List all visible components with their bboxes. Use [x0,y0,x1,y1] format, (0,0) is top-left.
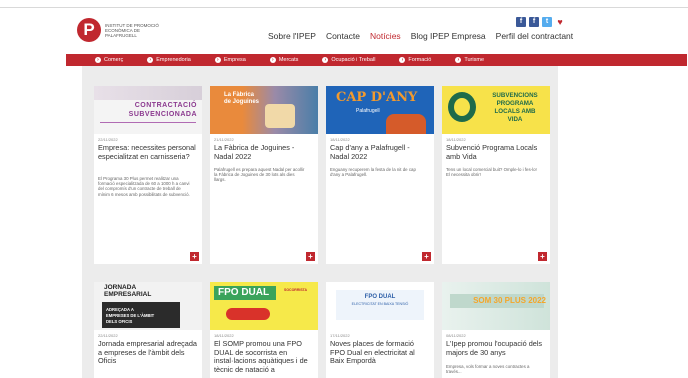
arrow-right-icon: › [455,57,462,63]
news-card[interactable]: La Fàbrica de Joguines 21/11/2022 La Fàb… [210,86,318,264]
news-card[interactable]: CONTRACTACIÓ SUBVENCIONADA 22/11/2022 Em… [94,86,202,264]
card-date: 17/11/2022 [330,333,350,338]
card-excerpt: Empresa, vols formar a noves contractes … [446,364,530,375]
thumb-text: ADREÇADA A [106,307,134,312]
twitter-icon[interactable]: t [542,17,552,27]
arrow-right-icon: › [95,57,101,63]
category-label: Formació [408,57,432,63]
category-label: Empresa [223,57,246,63]
category-label: Turisme [464,57,485,63]
nav-about[interactable]: Sobre l'IPEP [268,31,316,41]
nav-news[interactable]: Notícies [370,31,401,41]
thumb-text: LOCALS AMB [494,108,536,115]
facebook-icon[interactable]: f [516,17,526,27]
arrow-right-icon: › [147,57,154,63]
category-label: Ocupació i Treball [331,57,376,63]
social-links: f f t ♥ [516,17,565,27]
news-card[interactable]: FPO DUAL ELECTRICITAT EN BAIXA TENSIÓ 17… [326,282,434,378]
card-title[interactable]: L'Ipep promou l'ocupació dels majors de … [446,339,546,357]
card-title[interactable]: Empresa: necessites personal especialitz… [98,143,198,161]
card-date: 18/11/2022 [330,137,350,142]
card-date: 21/11/2022 [214,137,234,142]
category-mercats[interactable]: › Mercats [269,54,299,66]
news-card[interactable]: CAP D'ANY Palafrugell 18/11/2022 Cap d'a… [326,86,434,264]
category-comerc[interactable]: › Comerç [95,54,123,66]
read-more-plus-icon[interactable]: + [422,252,431,261]
arrow-right-icon: › [322,57,329,63]
card-thumbnail: CONTRACTACIÓ SUBVENCIONADA [94,86,202,134]
thumb-text: SOCORRISTA [284,288,308,292]
card-thumbnail: SOM 30 PLUS 2022 [442,282,550,330]
arrow-right-icon: › [269,57,276,63]
read-more-plus-icon[interactable]: + [190,252,199,261]
arrow-right-icon: › [399,57,406,63]
main-nav: Sobre l'IPEP Contacte Notícies Blog IPEP… [268,31,583,41]
card-date: 08/11/2022 [446,333,466,338]
read-more-plus-icon[interactable]: + [538,252,547,261]
thumb-text: EMPRESES DE L'ÀMBIT [106,313,155,318]
card-title[interactable]: El SOMP promou una FPO DUAL de socorrist… [214,339,314,374]
news-card[interactable]: FPO DUAL SOCORRISTA 18/11/2022 El SOMP p… [210,282,318,378]
category-formacio[interactable]: › Formació [399,54,431,66]
card-thumbnail: FPO DUAL ELECTRICITAT EN BAIXA TENSIÓ [326,282,434,330]
thumb-text: SUBVENCIONADA [128,111,197,118]
thumb-text: SOM 30 PLUS 2022 [473,296,546,305]
nav-blog[interactable]: Blog IPEP Empresa [411,31,486,41]
category-nav: › Comerç › Emprenedoria › Empresa › Mercats … [95,54,508,66]
thumb-text: EMPRESARIAL [104,291,152,298]
category-ocupacio[interactable]: › Ocupació i Treball [322,54,375,66]
thumb-text: FPO DUAL [218,287,270,298]
thumb-text: La Fàbrica [224,92,255,98]
card-title[interactable]: Jornada empresarial adreçada a empreses … [98,339,198,366]
flickr-icon[interactable]: f [529,17,539,27]
card-date: 18/11/2022 [214,333,234,338]
nav-contact[interactable]: Contacte [326,31,360,41]
card-thumbnail: FPO DUAL SOCORRISTA [210,282,318,330]
thumb-text: FPO DUAL [364,294,396,300]
category-emprenedoria[interactable]: › Emprenedoria [147,54,191,66]
youtube-icon[interactable]: ♥ [555,17,565,27]
card-date: 22/11/2022 [98,137,118,142]
site-logo[interactable]: P Institut de Promoció Econòmica de Pala… [77,18,165,42]
card-excerpt: El Programa 30 Plus permet realitzar una… [98,176,190,197]
nav-contractor-profile[interactable]: Perfil del contractant [496,31,573,41]
thumb-text: SUBVENCIONS [492,92,538,99]
category-empresa[interactable]: › Empresa [214,54,246,66]
category-label: Comerç [104,57,124,63]
card-excerpt: Enguany recuperem la festa de la nit de … [330,167,416,178]
card-title[interactable]: Subvenció Programa Locals amb Vida [446,143,546,161]
news-card[interactable]: SUBVENCIONS PROGRAMA LOCALS AMB VIDA 18/… [442,86,550,264]
card-title[interactable]: Noves places de formació FPO Dual en ele… [330,339,430,366]
thumb-text: de Joguines [224,99,260,105]
category-label: Emprenedoria [156,57,191,63]
card-excerpt: Tens un local comercial buit? Omple-lo i… [446,167,537,178]
card-thumbnail: JORNADA EMPRESARIAL ADREÇADA A EMPRESES … [94,282,202,330]
category-turisme[interactable]: › Turisme [455,54,484,66]
thumb-text: ELECTRICITAT EN BAIXA TENSIÓ [351,302,409,306]
thumb-text: Palafrugell [356,108,380,114]
card-title[interactable]: La Fàbrica de Joguines - Nadal 2022 [214,143,314,161]
card-title[interactable]: Cap d'any a Palafrugell - Nadal 2022 [330,143,430,161]
thumb-text: JORNADA [104,284,137,291]
logo-mark: P [77,18,101,42]
thumb-text: PROGRAMA [496,100,534,107]
card-date: 18/11/2022 [446,137,466,142]
thumb-text: VIDA [507,116,523,123]
category-label: Mercats [278,57,299,63]
thumb-text: CONTRACTACIÓ [134,102,197,109]
card-thumbnail: CAP D'ANY Palafrugell [326,86,434,134]
news-card[interactable]: SOM 30 PLUS 2022 08/11/2022 L'Ipep promo… [442,282,550,378]
thumb-text: CAP D'ANY [336,90,418,105]
read-more-plus-icon[interactable]: + [306,252,315,261]
card-thumbnail: SUBVENCIONS PROGRAMA LOCALS AMB VIDA [442,86,550,134]
thumb-text: DELS OFICIS [106,319,133,324]
card-thumbnail: La Fàbrica de Joguines [210,86,318,134]
logo-text: Institut de Promoció Econòmica de Palafr… [105,22,159,38]
card-date: 22/11/2022 [98,333,118,338]
news-card[interactable]: JORNADA EMPRESARIAL ADREÇADA A EMPRESES … [94,282,202,378]
arrow-right-icon: › [214,57,221,63]
card-excerpt: Palafrugell es prepara aquest Nadal per … [214,167,305,183]
top-divider [0,7,688,8]
